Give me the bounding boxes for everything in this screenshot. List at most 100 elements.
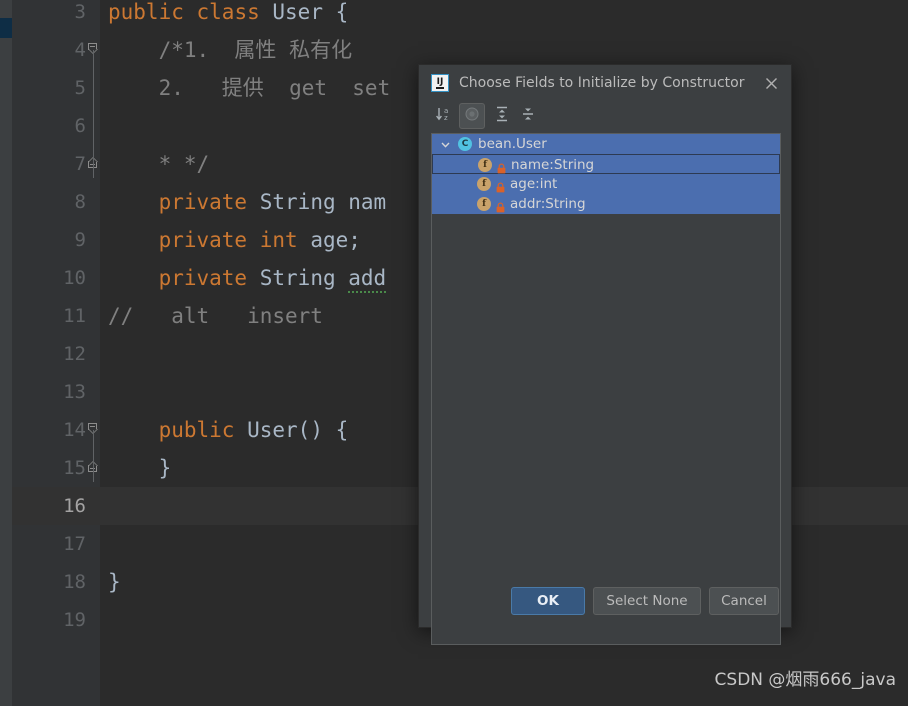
- chevron-down-icon[interactable]: [438, 134, 452, 154]
- sort-alphabetically-button[interactable]: a z: [431, 103, 457, 129]
- line-number[interactable]: 3: [12, 0, 86, 31]
- svg-text:z: z: [444, 114, 448, 122]
- class-icon: C: [458, 137, 472, 151]
- line-number[interactable]: 10: [12, 259, 86, 297]
- field-icon: f: [478, 158, 492, 172]
- code-text[interactable]: /*1. 属性 私有化: [108, 31, 353, 69]
- select-none-button[interactable]: Select None: [593, 587, 701, 615]
- circle-toggle-icon: [464, 106, 480, 126]
- csdn-watermark: CSDN @烟雨666_java: [714, 670, 896, 690]
- code-token: /*1. 属性 私有化: [108, 38, 353, 62]
- code-token: public: [158, 418, 235, 442]
- code-text[interactable]: public class User {: [108, 0, 348, 31]
- code-token: 2. 提供 get set: [108, 76, 391, 100]
- tree-row-label: bean.User: [478, 136, 547, 152]
- code-token: User: [272, 0, 323, 24]
- line-number[interactable]: 17: [12, 525, 86, 563]
- line-number[interactable]: 11: [12, 297, 86, 335]
- dialog-title-bar[interactable]: IJ Choose Fields to Initialize by Constr…: [419, 65, 791, 101]
- line-number[interactable]: 15: [12, 449, 86, 487]
- expand-all-button[interactable]: [489, 103, 515, 129]
- code-token: }: [108, 456, 172, 480]
- code-text[interactable]: 2. 提供 get set: [108, 69, 391, 107]
- ok-button[interactable]: OK: [511, 587, 585, 615]
- code-token: String: [259, 190, 336, 214]
- private-lock-icon: [496, 198, 505, 213]
- field-icon: f: [477, 177, 491, 191]
- collapse-all-button[interactable]: [515, 103, 541, 129]
- line-number[interactable]: 16: [12, 487, 86, 525]
- line-number[interactable]: 7: [12, 145, 86, 183]
- line-number[interactable]: 14: [12, 411, 86, 449]
- sort-az-icon: a z: [435, 105, 453, 127]
- code-token: class: [196, 0, 260, 24]
- intellij-idea-icon: IJ: [431, 74, 449, 92]
- choose-fields-dialog[interactable]: IJ Choose Fields to Initialize by Constr…: [418, 64, 792, 645]
- code-text[interactable]: }: [108, 563, 121, 601]
- ok-button-label: OK: [537, 593, 559, 609]
- code-token: private: [158, 190, 248, 214]
- field-icon: f: [477, 197, 491, 211]
- group-by-class-button[interactable]: [459, 103, 485, 129]
- code-token: () {: [297, 418, 349, 442]
- tree-row-field[interactable]: f addr:String: [432, 194, 780, 214]
- line-number[interactable]: 6: [12, 107, 86, 145]
- code-token: {: [322, 0, 349, 24]
- code-token: * */: [108, 152, 210, 176]
- code-token: }: [108, 570, 121, 594]
- select-none-button-label: Select None: [606, 593, 688, 609]
- cancel-button-label: Cancel: [721, 593, 767, 609]
- code-token: public: [108, 0, 184, 24]
- line-number[interactable]: 18: [12, 563, 86, 601]
- code-token: int: [259, 228, 298, 252]
- fields-tree-list[interactable]: Cbean.User f name:String f age:int f addr:Stri…: [431, 133, 781, 645]
- line-number[interactable]: 13: [12, 373, 86, 411]
- code-text[interactable]: private String add: [108, 259, 387, 297]
- tree-row-class[interactable]: Cbean.User: [432, 134, 780, 154]
- close-icon[interactable]: [763, 75, 780, 92]
- line-number[interactable]: 4: [12, 31, 86, 69]
- tree-row-label: addr:String: [510, 196, 586, 212]
- code-text[interactable]: }: [108, 449, 172, 487]
- fields-tree-rows: Cbean.User f name:String f age:int f addr:Stri…: [432, 134, 780, 214]
- line-number[interactable]: 5: [12, 69, 86, 107]
- tree-row-label: age:int: [510, 176, 558, 192]
- cancel-button[interactable]: Cancel: [709, 587, 779, 615]
- code-text[interactable]: private int age;: [108, 221, 361, 259]
- dialog-button-bar: OK Select None Cancel: [419, 587, 791, 617]
- code-token: age;: [310, 228, 361, 252]
- dialog-toolbar[interactable]: a z: [419, 101, 791, 131]
- line-number[interactable]: 12: [12, 335, 86, 373]
- line-number[interactable]: 19: [12, 601, 86, 639]
- expand-all-icon: [493, 105, 511, 127]
- code-token: private: [158, 266, 248, 290]
- intellij-idea-icon-label: IJ: [435, 77, 445, 89]
- private-lock-icon: [497, 159, 506, 174]
- code-token: nam: [348, 190, 387, 214]
- code-text[interactable]: * */: [108, 145, 210, 183]
- dialog-title: Choose Fields to Initialize by Construct…: [459, 75, 745, 91]
- private-lock-icon: [496, 178, 505, 193]
- line-number[interactable]: 9: [12, 221, 86, 259]
- tree-row-field[interactable]: f age:int: [432, 174, 780, 194]
- code-token: // alt insert: [108, 304, 323, 328]
- code-text[interactable]: private String nam: [108, 183, 387, 221]
- code-token: private: [158, 228, 248, 252]
- code-text[interactable]: public User() {: [108, 411, 349, 449]
- code-line[interactable]: 3 public class User {: [0, 0, 908, 31]
- line-number[interactable]: 8: [12, 183, 86, 221]
- code-text[interactable]: // alt insert: [108, 297, 323, 335]
- tree-row-field[interactable]: f name:String: [432, 154, 780, 174]
